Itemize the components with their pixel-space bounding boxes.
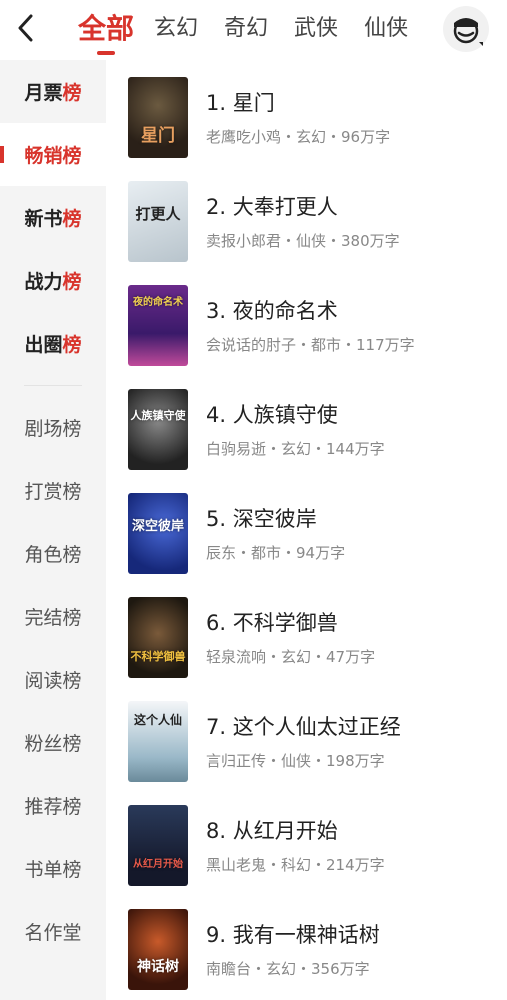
sidebar-item-label: 畅销 (24, 145, 63, 167)
active-indicator (0, 146, 4, 163)
sidebar-item-suffix: 榜 (62, 271, 82, 293)
sidebar-item-tipping[interactable]: 打赏榜 (0, 459, 106, 522)
tab-all[interactable]: 全部 (78, 0, 134, 58)
chevron-left-icon (18, 14, 33, 42)
book-item-6[interactable]: 不科学御兽 6. 不科学御兽轻泉流响・玄幻・47万字 (128, 597, 498, 679)
book-meta: 卖报小郎君・仙侠・380万字 (206, 232, 400, 250)
book-meta: 白驹易逝・玄幻・144万字 (206, 440, 385, 458)
book-ranking-list: 星门 1. 星门老鹰吃小鸡・玄幻・96万字 打更人 2. 大奉打更人卖报小郎君・… (106, 60, 507, 1000)
book-item-7[interactable]: 这个人仙 7. 这个人仙太过正经言归正传・仙侠・198万字 (128, 701, 498, 783)
cover-title: 星门 (141, 126, 175, 146)
sidebar-item-characters[interactable]: 角色榜 (0, 522, 106, 585)
book-title: 8. 从红月开始 (206, 819, 338, 843)
book-title: 7. 这个人仙太过正经 (206, 715, 401, 739)
sidebar-item-completed[interactable]: 完结榜 (0, 585, 106, 648)
sidebar-item-label: 出圈 (24, 334, 63, 356)
book-cover: 夜的命名术 (128, 285, 188, 366)
book-cover: 这个人仙 (128, 701, 188, 782)
book-cover: 不科学御兽 (128, 597, 188, 678)
cover-title: 夜的命名术 (133, 297, 183, 308)
user-avatar[interactable] (443, 6, 489, 52)
sidebar-item-new-books[interactable]: 新书榜 (0, 186, 106, 249)
tab-xuanhuan[interactable]: 玄幻 (154, 0, 198, 58)
book-item-1[interactable]: 星门 1. 星门老鹰吃小鸡・玄幻・96万字 (128, 77, 498, 159)
sidebar-item-hall-of-fame[interactable]: 名作堂 (0, 900, 106, 963)
book-meta: 言归正传・仙侠・198万字 (206, 752, 385, 770)
book-title: 2. 大奉打更人 (206, 195, 338, 219)
category-tabs: 全部 玄幻 奇幻 武侠 仙侠 (78, 0, 434, 58)
cover-title: 不科学御兽 (130, 650, 186, 663)
book-cover: 神话树 (128, 909, 188, 990)
book-meta: 黑山老鬼・科幻・214万字 (206, 856, 385, 874)
sidebar-item-bestseller[interactable]: 畅销榜 (0, 123, 106, 186)
book-title: 6. 不科学御兽 (206, 611, 338, 635)
book-title: 1. 星门 (206, 91, 275, 115)
cover-title: 深空彼岸 (131, 519, 184, 534)
book-item-2[interactable]: 打更人 2. 大奉打更人卖报小郎君・仙侠・380万字 (128, 181, 498, 263)
book-meta: 南瞻台・玄幻・356万字 (206, 960, 370, 978)
back-button[interactable] (8, 10, 42, 46)
active-tab-indicator (97, 51, 115, 55)
book-title: 9. 我有一棵神话树 (206, 923, 380, 947)
sidebar-item-suffix: 榜 (62, 208, 82, 230)
book-cover: 打更人 (128, 181, 188, 262)
book-title: 3. 夜的命名术 (206, 299, 338, 323)
cover-title: 人族镇守使 (130, 409, 186, 422)
book-cover: 深空彼岸 (128, 493, 188, 574)
book-meta: 轻泉流响・玄幻・47万字 (206, 648, 376, 666)
sidebar-item-label: 战力 (24, 271, 63, 293)
cover-title: 从红月开始 (133, 859, 183, 870)
tab-wuxia[interactable]: 武侠 (294, 0, 338, 58)
avatar-icon (453, 18, 483, 46)
sidebar-item-suffix: 榜 (62, 145, 82, 167)
book-item-3[interactable]: 夜的命名术 3. 夜的命名术会说话的肘子・都市・117万字 (128, 285, 498, 367)
book-cover: 从红月开始 (128, 805, 188, 886)
sidebar-item-theater[interactable]: 剧场榜 (0, 396, 106, 459)
book-item-4[interactable]: 人族镇守使 4. 人族镇守使白驹易逝・玄幻・144万字 (128, 389, 498, 471)
sidebar-item-label: 新书 (24, 208, 63, 230)
sidebar-item-monthly-ticket[interactable]: 月票榜 (0, 60, 106, 123)
sidebar-item-label: 月票 (24, 82, 63, 104)
book-cover: 人族镇守使 (128, 389, 188, 470)
sidebar-item-suffix: 榜 (62, 82, 82, 104)
sidebar-item-booklist[interactable]: 书单榜 (0, 837, 106, 900)
book-meta: 老鹰吃小鸡・玄幻・96万字 (206, 128, 391, 146)
tab-qihuan[interactable]: 奇幻 (224, 0, 268, 58)
book-meta: 会说话的肘子・都市・117万字 (206, 336, 415, 354)
cover-title: 神话树 (137, 959, 179, 975)
book-title: 5. 深空彼岸 (206, 507, 317, 531)
cover-title: 打更人 (135, 205, 181, 223)
book-item-8[interactable]: 从红月开始 8. 从红月开始黑山老鬼・科幻・214万字 (128, 805, 498, 887)
book-meta: 辰东・都市・94万字 (206, 544, 346, 562)
sidebar-item-recommend[interactable]: 推荐榜 (0, 774, 106, 837)
cover-title: 这个人仙 (133, 713, 182, 727)
sidebar-divider (24, 385, 82, 386)
tab-xianxia[interactable]: 仙侠 (364, 0, 408, 58)
book-title: 4. 人族镇守使 (206, 403, 338, 427)
book-cover: 星门 (128, 77, 188, 158)
sidebar-item-breakout[interactable]: 出圈榜 (0, 312, 106, 375)
book-item-9[interactable]: 神话树 9. 我有一棵神话树南瞻台・玄幻・356万字 (128, 909, 498, 991)
ranking-sidebar: 月票榜 畅销榜 新书榜 战力榜 出圈榜 剧场榜 打赏榜 角色榜 完结榜 阅读榜 … (0, 60, 106, 1000)
top-bar: 全部 玄幻 奇幻 武侠 仙侠 (0, 0, 507, 58)
book-item-5[interactable]: 深空彼岸 5. 深空彼岸辰东・都市・94万字 (128, 493, 498, 575)
sidebar-item-power[interactable]: 战力榜 (0, 249, 106, 312)
sidebar-item-reading[interactable]: 阅读榜 (0, 648, 106, 711)
sidebar-item-suffix: 榜 (62, 334, 82, 356)
sidebar-item-fans[interactable]: 粉丝榜 (0, 711, 106, 774)
